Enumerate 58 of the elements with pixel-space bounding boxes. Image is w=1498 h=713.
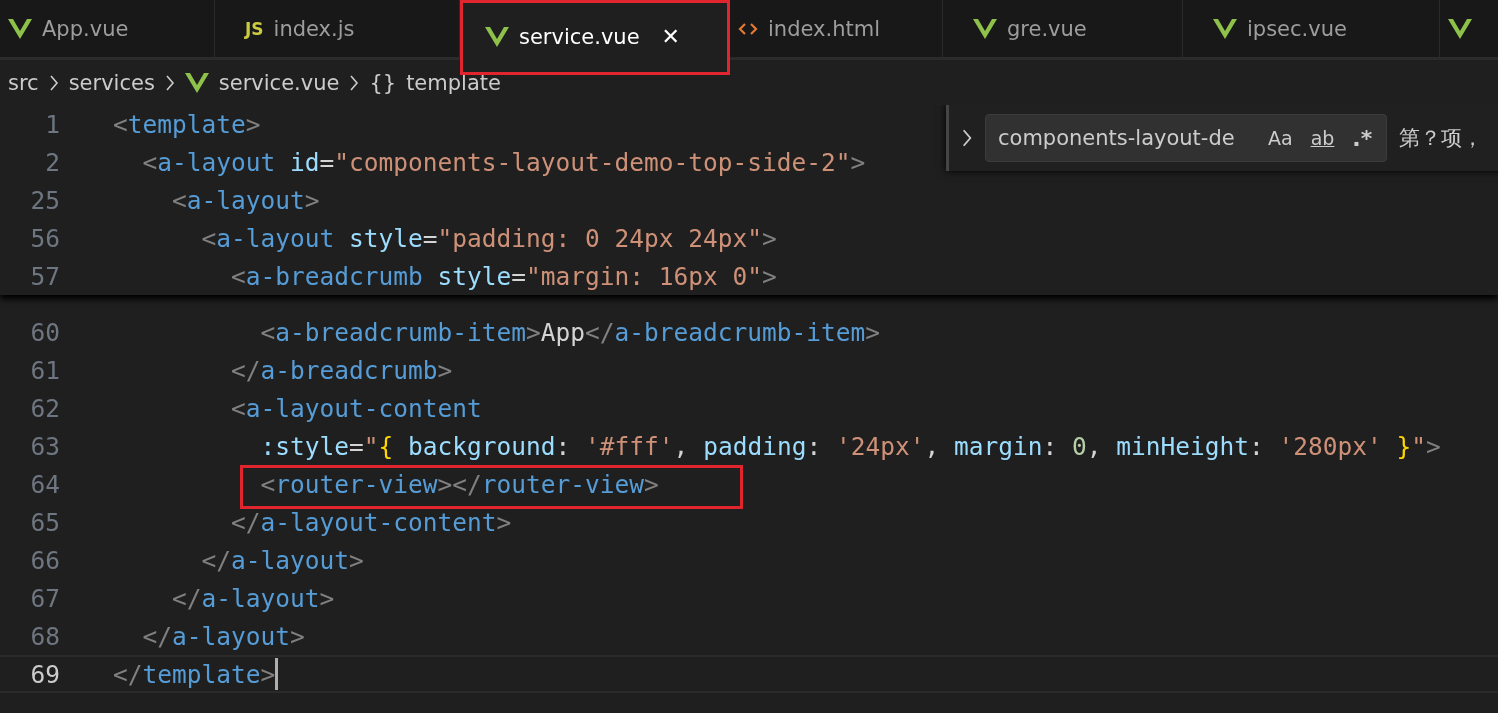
code-line: <a-layout style="padding: 0 24px 24px"> [200, 222, 777, 255]
line-number: 61 [29, 355, 60, 385]
code-line: <a-layout id="components-layout-demo-top-side-2"> [141, 146, 866, 179]
line-number: 69 [29, 659, 60, 689]
code-line: :style="{ background: '#fff', padding: '24px', margin: 0, minHeight: '280px' }"> [259, 430, 1441, 463]
code-line: <a-layout-content [230, 392, 482, 425]
vue-icon [8, 18, 32, 39]
vue-icon [1448, 18, 1472, 39]
vue-icon [1213, 18, 1237, 39]
line-number: 63 [29, 431, 60, 461]
breadcrumb-item[interactable]: src [8, 70, 39, 95]
braces-icon: {} [369, 70, 397, 95]
line-number: 67 [29, 583, 60, 613]
editor-tab[interactable]: gre.vue [943, 0, 1183, 59]
whole-word-toggle[interactable]: ab [1304, 127, 1341, 149]
line-number: 62 [29, 393, 60, 423]
line-number: 68 [29, 621, 60, 651]
code-line: </a-layout> [200, 544, 364, 577]
regex-toggle[interactable]: .* [1346, 125, 1379, 151]
chevron-icon [48, 73, 59, 92]
vue-icon [485, 26, 509, 47]
code-line: <template> [113, 108, 261, 141]
editor-tab[interactable]: JS index.js [215, 0, 460, 59]
line-number: 64 [29, 469, 60, 499]
editor-tab[interactable]: index.html [730, 0, 943, 59]
chevron-icon[interactable] [961, 128, 973, 148]
close-button[interactable]: ✕ [657, 24, 684, 49]
editor-tab[interactable]: App.vue [0, 0, 215, 59]
line-number: 2 [44, 147, 60, 177]
vue-icon [184, 72, 209, 93]
breadcrumb-item[interactable]: service.vue [218, 70, 340, 95]
code-line: <a-layout> [171, 184, 320, 217]
code-line: </template> [113, 657, 279, 691]
code-line: </a-layout-content> [230, 506, 512, 539]
match-count: 第？项， [1399, 125, 1483, 152]
code-icon [738, 21, 758, 36]
code-line: </a-layout> [171, 582, 335, 615]
line-number: 66 [29, 545, 60, 575]
breadcrumb-item[interactable]: services [68, 70, 155, 95]
vue-icon [973, 18, 997, 39]
line-number: 56 [29, 223, 60, 253]
editor-tab[interactable]: ipsec.vue [1183, 0, 1440, 59]
code-line: <a-breadcrumb-item>App</a-breadcrumb-item> [259, 316, 881, 349]
chevron-icon [164, 73, 175, 92]
line-number: 60 [29, 317, 60, 347]
code-line: </a-breadcrumb> [230, 354, 453, 387]
line-number: 25 [29, 185, 60, 215]
code-line: </a-layout> [141, 620, 305, 653]
editor-tab[interactable]: service.vue ✕ [460, 0, 730, 75]
chevron-icon [349, 73, 360, 92]
js-icon: JS [245, 18, 264, 39]
line-number: 57 [29, 261, 60, 291]
code-line: <a-breadcrumb style="margin: 16px 0"> [230, 260, 777, 293]
line-number: 1 [44, 109, 60, 139]
search-field[interactable]: components-layout-de Aa ab .* [985, 114, 1387, 162]
line-number: 65 [29, 507, 60, 537]
code-line: <router-view></router-view> [259, 468, 659, 501]
match-case-toggle[interactable]: Aa [1262, 127, 1299, 149]
